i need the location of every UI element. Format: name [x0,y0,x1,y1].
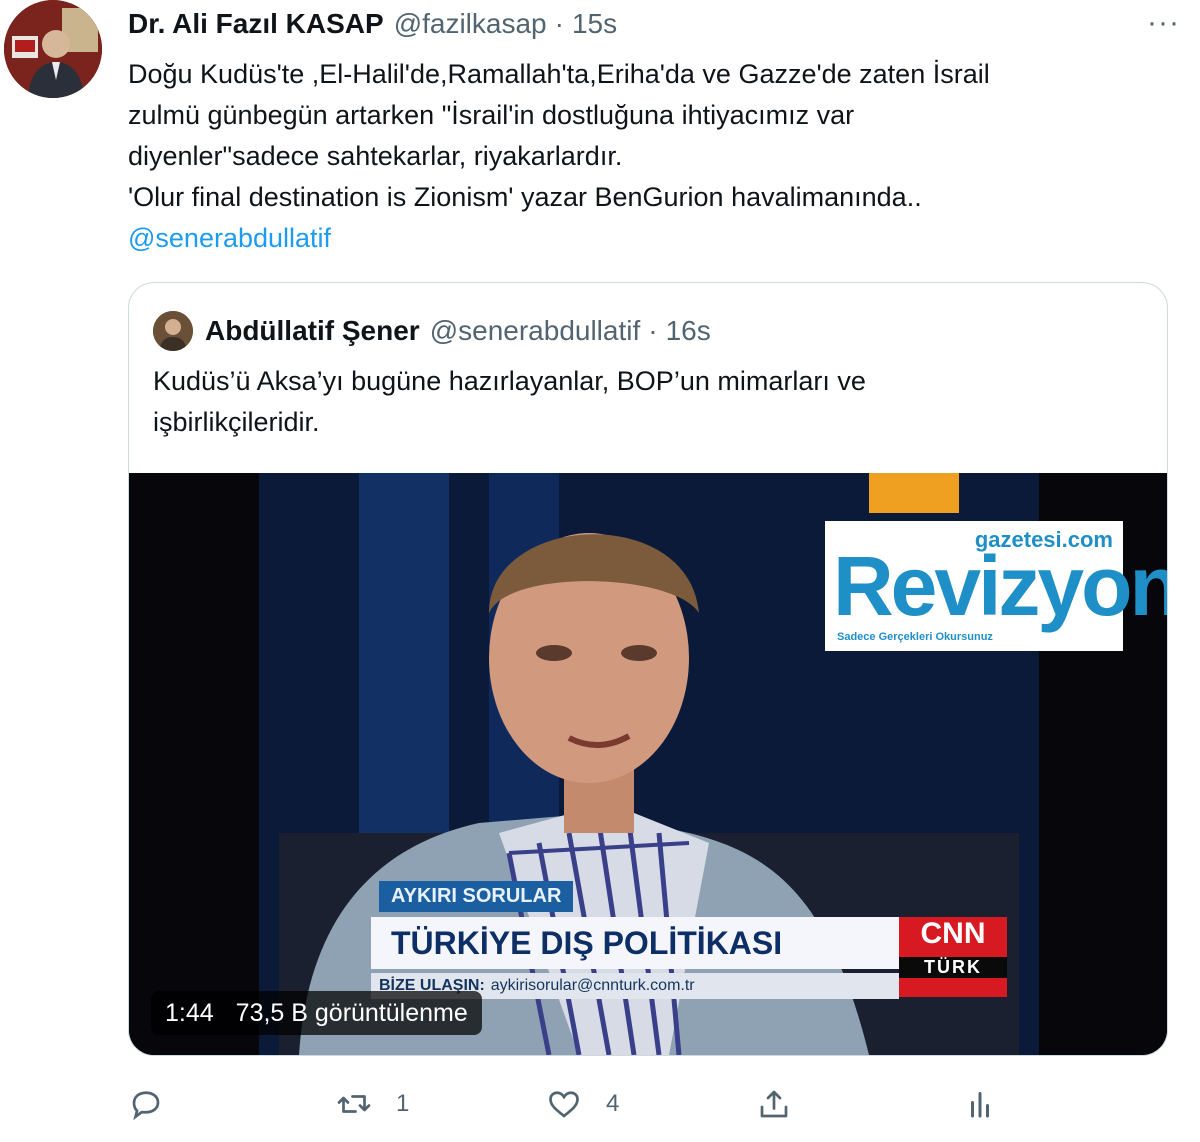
reply-button[interactable] [128,1082,164,1126]
author-name[interactable]: Dr. Ali Fazıl KASAP [128,8,384,40]
tweet-time[interactable]: 15s [572,8,617,40]
quoted-text-line: Kudüs’ü Aksa’yı bugüne hazırlayanlar, BO… [153,366,866,396]
contact-email: aykirisorular@cnnturk.com.tr [490,977,695,994]
separator-dot: · [554,8,564,39]
revizyon-watermark: gazetesi.com Revizyon Sadece Gerçekleri … [825,521,1167,651]
tweet-text: Doğu Kudüs'te ,El-Halil'de,Ramallah'ta,E… [128,54,1158,259]
video-views: 73,5 B görüntülenme [235,998,468,1027]
mention-link[interactable]: @senerabdullatif [128,218,1158,259]
quoted-text-line: işbirlikçileridir. [153,407,320,437]
quoted-tweet-time[interactable]: 16s [666,315,711,347]
retweet-count: 1 [396,1090,410,1117]
tweet-text-line: diyenler"sadece sahtekarlar, riyakarlard… [128,141,623,171]
share-icon [760,1090,788,1118]
quoted-tweet[interactable]: Abdüllatif Şener @senerabdullatif · 16s … [128,282,1168,1056]
quoted-tweet-header: Abdüllatif Şener @senerabdullatif · 16s [205,313,711,349]
author-avatar[interactable] [4,0,102,98]
quoted-author-handle[interactable]: @senerabdullatif [430,315,641,347]
tweet-text-line: zulmü günbegün artarken "İsrail'in dostl… [128,100,855,130]
retweet-button[interactable]: 1 [336,1082,409,1126]
channel-logo: CNN TÜRK [899,917,1007,997]
tweet-text-line: 'Olur final destination is Zionism' yaza… [128,182,922,212]
analytics-button[interactable] [962,1082,998,1126]
channel-name: CNN [920,917,986,950]
quoted-author-name[interactable]: Abdüllatif Şener [205,315,420,347]
logo-tagline: Sadece Gerçekleri Okursunuz [837,631,993,643]
video-info-pill: 1:44 73,5 B görüntülenme [151,991,482,1035]
logo-brand-text: Revizyon [833,539,1167,633]
share-button[interactable] [756,1082,792,1126]
heart-icon [549,1091,579,1118]
tweet: Dr. Ali Fazıl KASAP @fazilkasap · 15s ··… [0,0,1200,1142]
retweet-icon [337,1095,371,1113]
channel-sub: TÜRK [899,957,1007,978]
program-name: AYKIRI SORULAR [379,881,574,912]
like-button[interactable]: 4 [546,1082,619,1126]
author-handle[interactable]: @fazilkasap [394,8,547,40]
separator-dot: · [648,315,658,346]
headline: TÜRKİYE DIŞ POLİTİKASI [371,917,911,969]
like-count: 4 [606,1090,620,1117]
quoted-tweet-text: Kudüs’ü Aksa’yı bugüne hazırlayanlar, BO… [153,361,1133,443]
video-duration: 1:44 [165,998,214,1027]
tweet-text-line: Doğu Kudüs'te ,El-Halil'de,Ramallah'ta,E… [128,59,990,89]
news-lower-third: AYKIRI SORULAR TÜRKİYE DIŞ POLİTİKASI Bİ… [259,873,1039,1003]
quoted-author-avatar[interactable] [153,311,193,351]
tweet-header: Dr. Ali Fazıl KASAP @fazilkasap · 15s [128,6,617,42]
more-options-icon[interactable]: ··· [1147,6,1180,40]
tweet-actions: 1 4 [128,1082,1168,1126]
video-player[interactable]: gazetesi.com Revizyon Sadece Gerçekleri … [129,473,1167,1055]
reply-icon [132,1091,160,1121]
analytics-icon [971,1092,989,1118]
